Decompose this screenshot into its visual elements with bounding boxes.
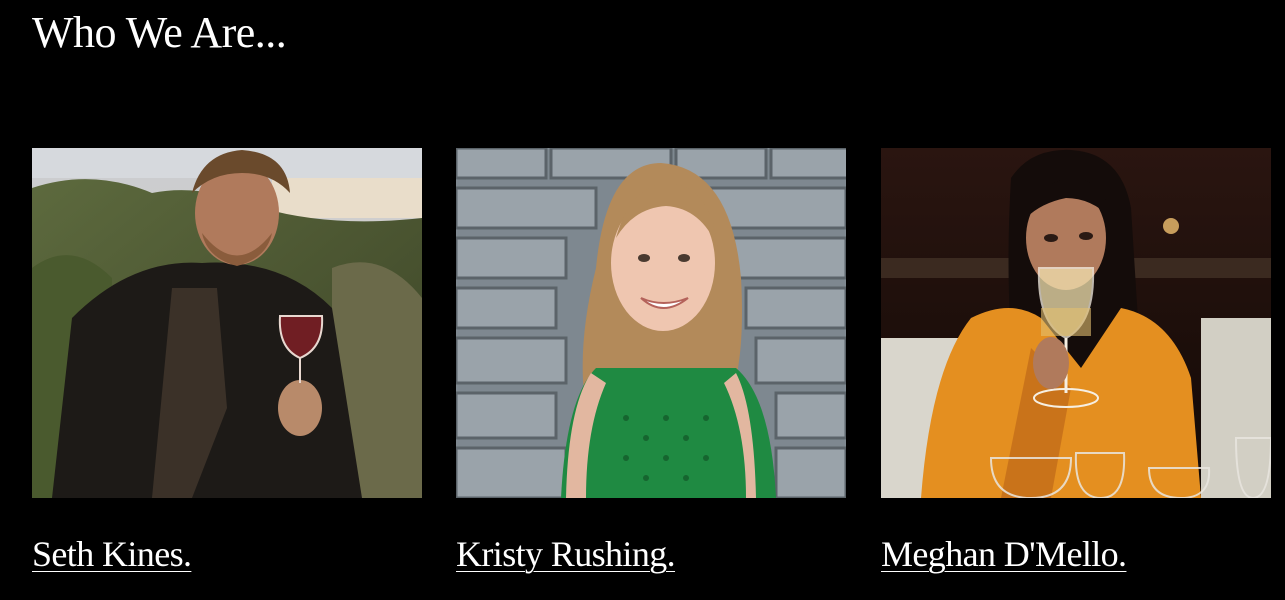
team-member-card: Seth Kines. — [32, 148, 422, 574]
team-member-card: Kristy Rushing. — [456, 148, 846, 574]
team-member-photo[interactable] — [456, 148, 846, 498]
team-member-photo[interactable] — [881, 148, 1271, 498]
team-member-card: Meghan D'Mello. — [881, 148, 1271, 574]
team-member-name-link[interactable]: Kristy Rushing. — [456, 532, 676, 576]
team-member-photo[interactable] — [32, 148, 422, 498]
team-member-name-link[interactable]: Meghan D'Mello. — [881, 532, 1127, 576]
team-member-name-link[interactable]: Seth Kines. — [32, 532, 192, 576]
section-heading: Who We Are... — [32, 8, 287, 57]
